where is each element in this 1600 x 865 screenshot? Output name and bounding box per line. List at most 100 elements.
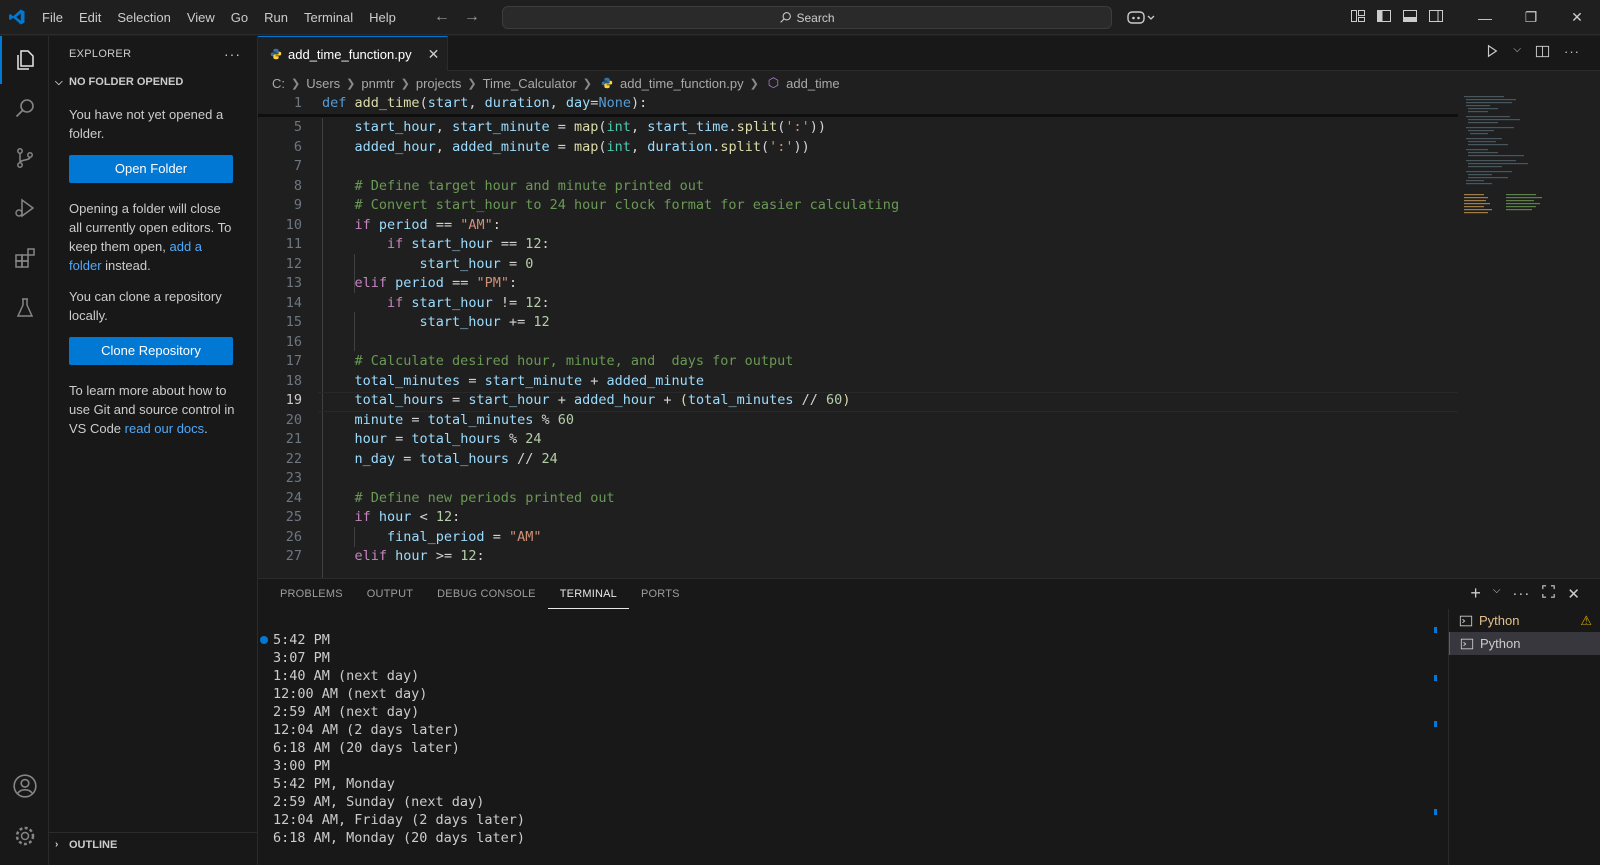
terminal-line: 12:04 AM, Friday (2 days later) (273, 812, 525, 828)
restore-icon[interactable]: ❐ (1508, 0, 1554, 35)
extensions-icon[interactable] (0, 234, 49, 282)
toggle-panel-icon[interactable] (1402, 8, 1418, 24)
tab-debug-console[interactable]: DEBUG CONSOLE (425, 579, 548, 609)
read-docs-link[interactable]: read our docs (125, 421, 205, 436)
terminal-output[interactable]: 5:42 PM 3:07 PM 1:40 AM (next day) 12:00… (258, 631, 1438, 847)
breadcrumb-drive[interactable]: C: (272, 76, 285, 91)
code-line: 27 elif hour >= 12: (258, 547, 1458, 567)
warning-icon: ⚠ (1580, 612, 1592, 628)
menu-help[interactable]: Help (361, 0, 404, 35)
breadcrumb-users[interactable]: Users (306, 76, 340, 91)
code-line: 21 hour = total_hours % 24 (258, 430, 1458, 450)
breadcrumb-project[interactable]: Time_Calculator (483, 76, 577, 91)
clone-repository-button[interactable]: Clone Repository (69, 337, 233, 365)
terminal-instance-python-1[interactable]: Python ⚠ (1449, 609, 1600, 632)
search-icon (780, 12, 792, 23)
breadcrumb-file[interactable]: add_time_function.py (620, 76, 744, 91)
breadcrumb-symbol[interactable]: add_time (786, 76, 839, 91)
code-line: 18 total_minutes = start_minute + added_… (258, 372, 1458, 392)
tab-problems[interactable]: PROBLEMS (268, 579, 355, 609)
terminal-scrollbar[interactable] (1434, 619, 1438, 865)
code-line-current: 19 total_hours = start_hour + added_hour… (258, 391, 1458, 411)
explorer-icon[interactable] (0, 36, 49, 84)
run-dropdown-chevron-icon[interactable]: ⌵ (1513, 44, 1521, 62)
terminal-line: 3:00 PM (273, 758, 330, 774)
split-editor-icon[interactable] (1535, 44, 1550, 62)
customize-layout-icon[interactable] (1350, 8, 1366, 24)
source-control-icon[interactable] (0, 134, 49, 182)
toggle-secondary-sidebar-icon[interactable] (1428, 8, 1444, 24)
account-icon[interactable] (0, 762, 49, 810)
breadcrumb-separator-icon: ❯ (400, 77, 410, 90)
line-number: 18 (285, 372, 302, 389)
chevron-right-icon: › (55, 839, 59, 850)
breadcrumb-projects[interactable]: projects (416, 76, 462, 91)
outline-section-header[interactable]: › OUTLINE (49, 832, 258, 856)
run-python-file-icon[interactable] (1485, 44, 1499, 62)
new-terminal-plus-icon[interactable]: + (1470, 584, 1481, 603)
forward-arrow-icon[interactable]: → (464, 8, 480, 26)
open-folder-info-text: Opening a folder will close all currentl… (69, 201, 232, 254)
line-number: 23 (285, 470, 302, 486)
menu-edit[interactable]: Edit (71, 0, 109, 35)
code-line: 7 (258, 157, 1458, 177)
code-editor[interactable]: 5 start_hour, start_minute = map(int, st… (258, 94, 1600, 578)
settings-gear-icon[interactable] (0, 812, 49, 860)
code-line: 8 # Define target hour and minute printe… (258, 177, 1458, 197)
terminal-line: 1:40 AM (next day) (273, 668, 420, 684)
line-number: 7 (293, 158, 302, 174)
title-bar: File Edit Selection View Go Run Terminal… (0, 0, 1600, 35)
breadcrumb-user[interactable]: pnmtr (361, 76, 394, 91)
maximize-panel-icon[interactable] (1542, 585, 1556, 603)
tab-label: add_time_function.py (288, 46, 412, 62)
editor-more-actions-icon[interactable]: ··· (1564, 44, 1580, 62)
toggle-sidebar-icon[interactable] (1376, 8, 1392, 24)
menu-selection[interactable]: Selection (109, 0, 178, 35)
panel-more-actions-icon[interactable]: ··· (1512, 585, 1530, 603)
close-window-icon[interactable]: ✕ (1554, 0, 1600, 35)
copilot-icon[interactable] (1126, 8, 1160, 28)
code-line: 11 if start_hour == 12: (258, 235, 1458, 255)
tab-add-time-function[interactable]: add_time_function.py ✕ (258, 36, 448, 71)
panel-actions: + ⌵ ··· ✕ (1470, 584, 1580, 603)
layout-controls (1350, 8, 1444, 24)
more-actions-icon[interactable]: ··· (224, 46, 241, 62)
line-number: 26 (285, 528, 302, 545)
chevron-down-icon: ⌵ (55, 76, 63, 88)
close-tab-icon[interactable]: ✕ (428, 46, 440, 63)
code-line: 14 if start_hour != 12: (258, 294, 1458, 314)
terminal-dropdown-chevron-icon[interactable]: ⌵ (1493, 585, 1501, 603)
close-panel-icon[interactable]: ✕ (1567, 585, 1580, 603)
breadcrumb-separator-icon: ❯ (582, 77, 592, 90)
code-line: 24 # Define new periods printed out (258, 489, 1458, 509)
window-controls: — ❐ ✕ (1462, 0, 1600, 35)
no-folder-section-header[interactable]: ⌵ NO FOLDER OPENED (49, 71, 257, 93)
line-number: 15 (285, 314, 302, 330)
tab-output[interactable]: OUTPUT (355, 579, 425, 609)
activity-bar (0, 36, 49, 865)
testing-flask-icon[interactable] (0, 284, 49, 332)
tab-ports[interactable]: PORTS (629, 579, 692, 609)
menu-go[interactable]: Go (223, 0, 256, 35)
command-decoration-icon[interactable] (260, 636, 268, 644)
open-folder-button[interactable]: Open Folder (69, 155, 233, 183)
terminal-label: Python (1479, 613, 1520, 628)
sticky-scroll-line[interactable]: 1 def add_time(start, duration, day=None)… (258, 94, 1458, 115)
terminal-instance-python-2[interactable]: Python (1449, 632, 1600, 655)
menu-view[interactable]: View (179, 0, 223, 35)
menu-bar: File Edit Selection View Go Run Terminal… (34, 0, 404, 35)
line-number: 24 (285, 489, 302, 506)
back-arrow-icon[interactable]: ← (434, 8, 450, 26)
terminal-line: 2:59 AM (next day) (273, 704, 420, 720)
tab-terminal[interactable]: TERMINAL (547, 579, 629, 609)
menu-terminal[interactable]: Terminal (296, 0, 361, 35)
terminal-line: 12:00 AM (next day) (273, 686, 428, 702)
search-view-icon[interactable] (0, 84, 49, 132)
minimap[interactable] (1462, 94, 1562, 224)
explorer-sidebar: EXPLORER ··· ⌵ NO FOLDER OPENED You have… (49, 36, 258, 865)
menu-run[interactable]: Run (256, 0, 296, 35)
command-center-search[interactable]: Search (502, 6, 1112, 29)
minimize-icon[interactable]: — (1462, 0, 1508, 35)
menu-file[interactable]: File (34, 0, 71, 35)
run-debug-icon[interactable] (0, 184, 49, 232)
